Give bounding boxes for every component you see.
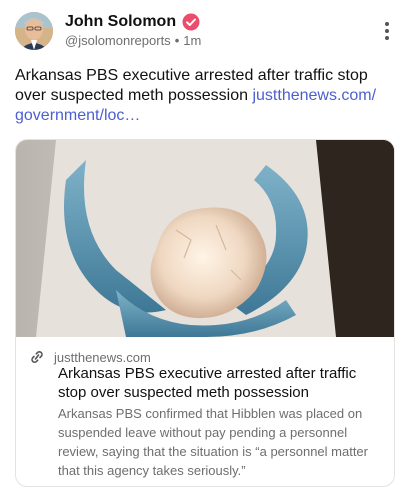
avatar[interactable]: [15, 12, 53, 50]
meta-separator: •: [174, 33, 180, 48]
author-name[interactable]: John Solomon: [65, 13, 176, 31]
verified-badge-icon: [182, 13, 200, 31]
post-time[interactable]: 1m: [183, 33, 201, 48]
link-preview-card[interactable]: justthenews.com Arkansas PBS executive a…: [15, 139, 395, 487]
author-meta: @jsolomonreports • 1m: [65, 33, 201, 48]
preview-title[interactable]: Arkansas PBS executive arrested after tr…: [58, 364, 384, 402]
author-handle[interactable]: @jsolomonreports: [65, 33, 171, 48]
preview-body: justthenews.com Arkansas PBS executive a…: [16, 337, 394, 486]
post: John Solomon @jsolomonreports • 1m Arkan…: [0, 0, 410, 500]
post-text: Arkansas PBS executive arrested after tr…: [15, 66, 395, 126]
preview-domain[interactable]: justthenews.com: [54, 350, 151, 365]
author-name-row: John Solomon: [65, 13, 200, 31]
preview-description: Arkansas PBS confirmed that Hibblen was …: [58, 406, 368, 478]
more-vertical-icon[interactable]: [384, 22, 390, 40]
link-chain-icon: [28, 348, 46, 366]
preview-image: [16, 140, 394, 337]
